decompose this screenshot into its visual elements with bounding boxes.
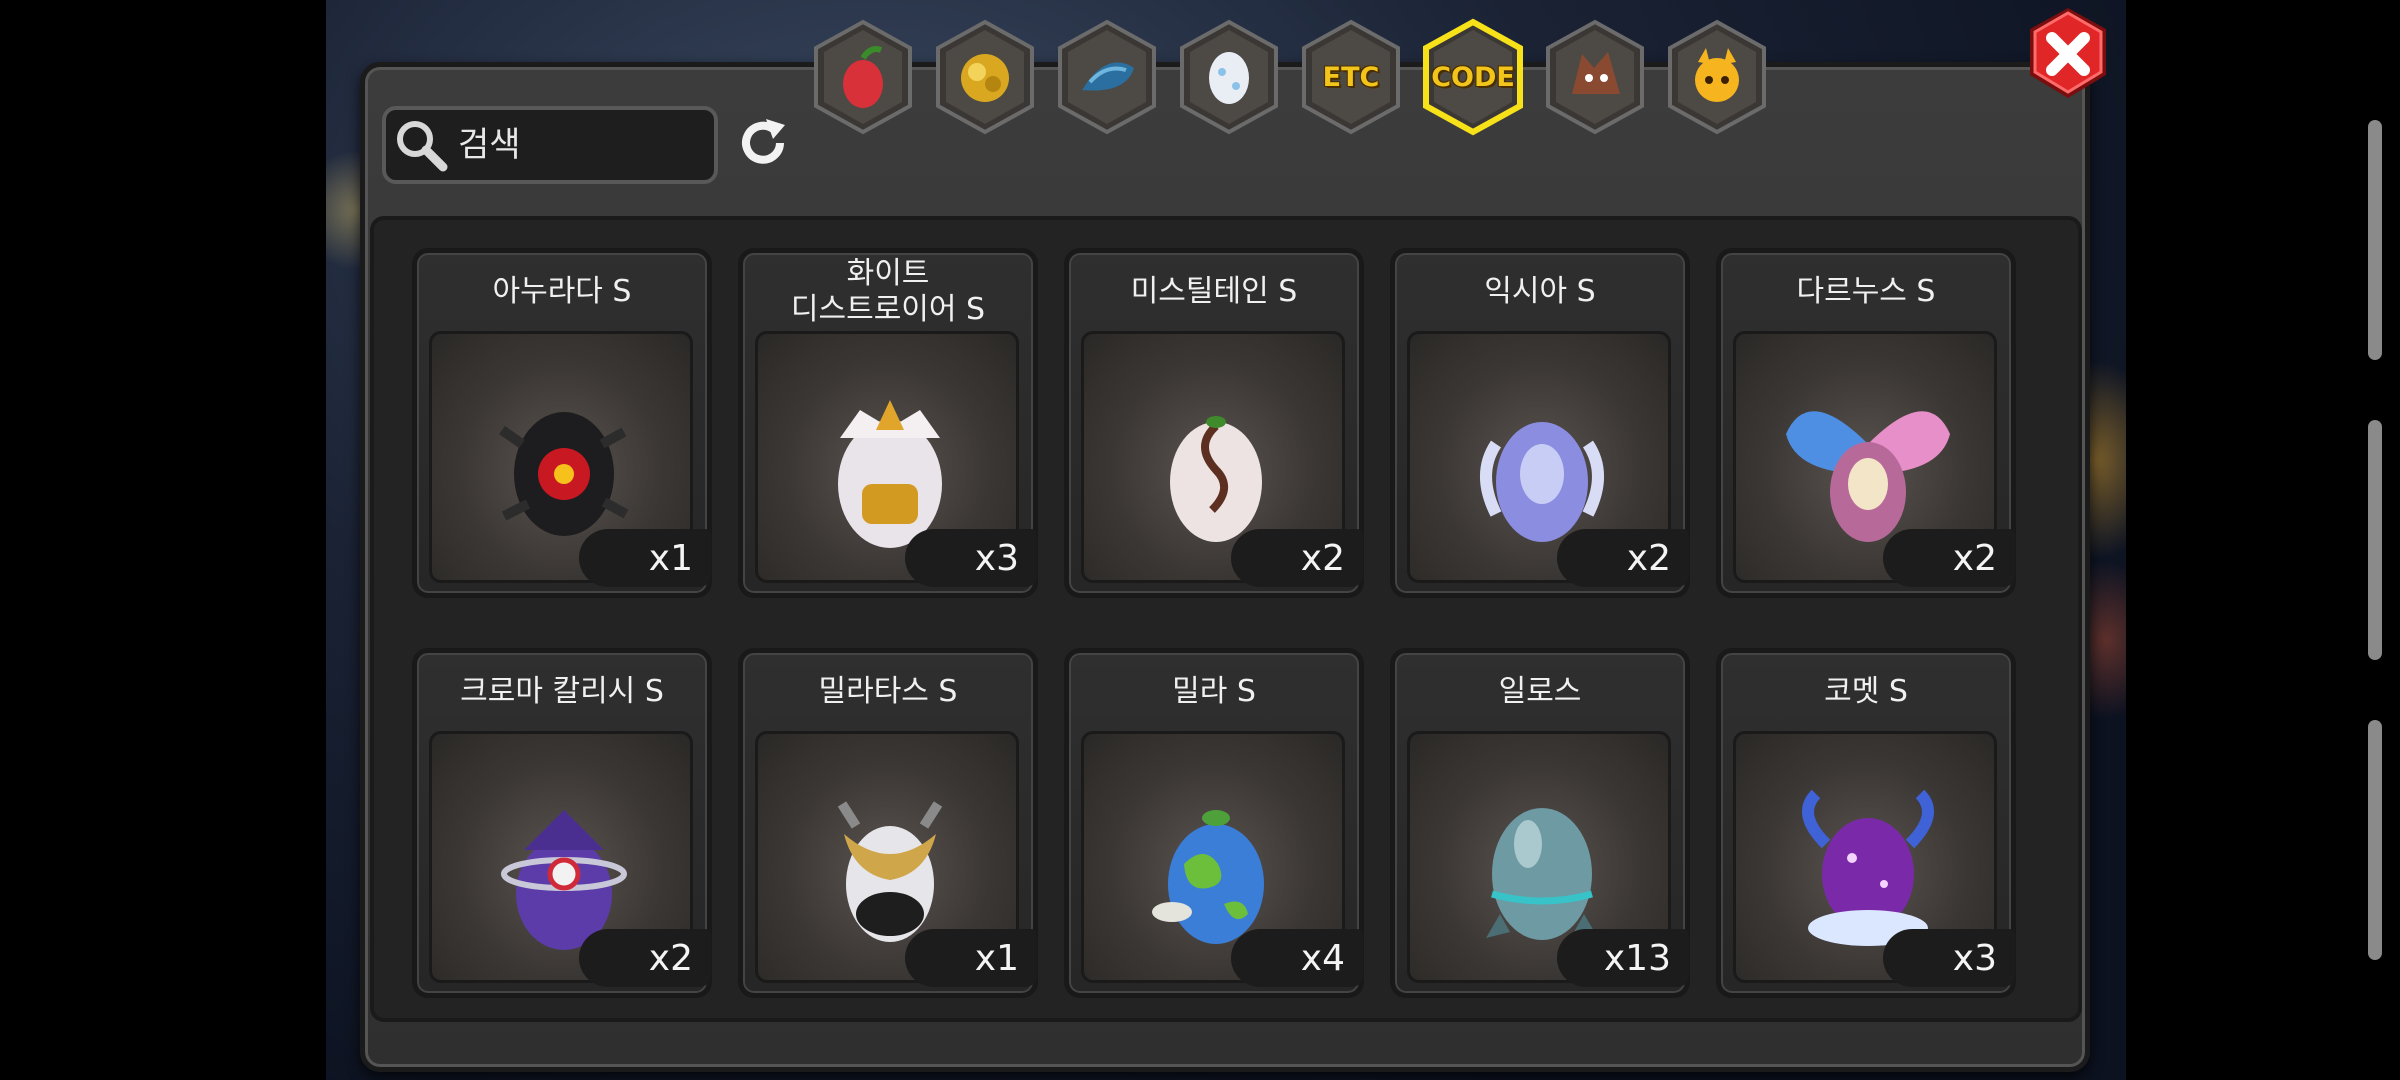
item-name: 크로마 칼리시 S	[460, 674, 664, 709]
item-name: 아누라다 S	[492, 274, 632, 309]
item-count: x2	[1231, 529, 1363, 587]
tab-wolf[interactable]	[1542, 18, 1648, 136]
tab-fruit[interactable]	[810, 18, 916, 136]
tab-egg[interactable]	[1176, 18, 1282, 136]
item-count: x3	[905, 529, 1037, 587]
item-name: 미스틸테인 S	[1130, 274, 1298, 309]
gold-ore-icon	[961, 54, 1009, 102]
item-card[interactable]: 화이트 디스트로이어 S x3	[738, 248, 1038, 598]
item-name: 익시아 S	[1484, 274, 1596, 309]
item-count: x2	[1883, 529, 2015, 587]
item-count: x2	[1557, 529, 1689, 587]
tab-scale[interactable]	[1054, 18, 1160, 136]
item-card[interactable]: 일로스 x13	[1390, 648, 1690, 998]
item-card[interactable]: 다르누스 S x2	[1716, 248, 2016, 598]
scroll-indicator	[2368, 720, 2382, 960]
item-count: x13	[1557, 929, 1689, 987]
item-name: 코멧 S	[1824, 674, 1908, 709]
tab-gold[interactable]	[932, 18, 1038, 136]
egg-icon	[1209, 52, 1249, 104]
item-grid: 아누라다 Sx1 화이트 디스트로이어 Sx3 미스틸테인 Sx2 익시아 Sx2 다르…	[370, 216, 2082, 1022]
item-name: 밀라타스 S	[818, 674, 958, 709]
item-count: x1	[579, 529, 711, 587]
item-count: x1	[905, 929, 1037, 987]
tab-mascot[interactable]	[1664, 18, 1770, 136]
item-name: 화이트 디스트로이어 S	[790, 256, 986, 327]
item-card[interactable]: 미스틸테인 S x2	[1064, 248, 1364, 598]
item-card[interactable]: 밀라 S x4	[1064, 648, 1364, 998]
item-name: 밀라 S	[1172, 674, 1256, 709]
refresh-icon	[733, 113, 793, 177]
item-count: x3	[1883, 929, 2015, 987]
item-card[interactable]: 아누라다 S x1	[412, 248, 712, 598]
item-card[interactable]: 밀라타스 S x1	[738, 648, 1038, 998]
item-name: 다르누스 S	[1796, 274, 1936, 309]
search-box[interactable]	[382, 106, 718, 184]
tab-code[interactable]: CODE	[1420, 18, 1526, 136]
tab-etc[interactable]: ETC	[1298, 18, 1404, 136]
close-icon	[2022, 8, 2114, 106]
right-letterbox	[2126, 0, 2400, 1080]
tab-label: CODE	[1431, 61, 1515, 93]
refresh-button[interactable]	[730, 112, 796, 178]
scroll-indicator	[2368, 420, 2382, 660]
item-count: x4	[1231, 929, 1363, 987]
search-input[interactable]	[456, 124, 700, 166]
item-card[interactable]: 코멧 S x3	[1716, 648, 2016, 998]
close-button[interactable]	[2022, 4, 2114, 102]
item-name: 일로스	[1498, 674, 1582, 709]
tab-label: ETC	[1322, 61, 1380, 93]
search-icon	[386, 110, 456, 180]
item-card[interactable]: 크로마 칼리시 S x2	[412, 648, 712, 998]
scroll-indicator	[2368, 120, 2382, 360]
item-count: x2	[579, 929, 711, 987]
item-card[interactable]: 익시아 S x2	[1390, 248, 1690, 598]
